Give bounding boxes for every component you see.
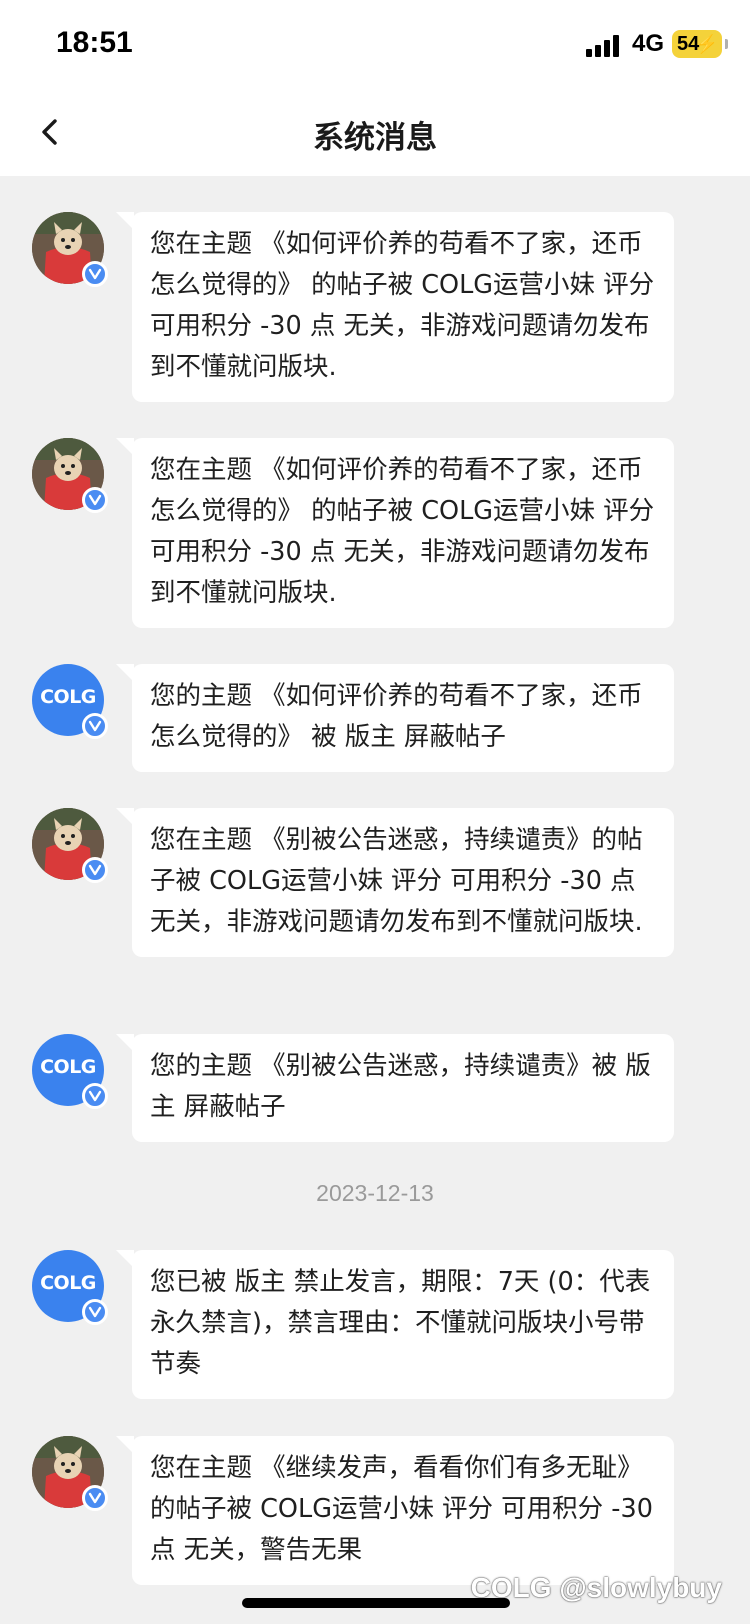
avatar[interactable] (32, 438, 108, 513)
message-bubble: 您在主题 《如何评价养的苟看不了家，还币怎么觉得的》 的帖子被 COLG运营小妹… (116, 438, 674, 628)
verified-badge-icon (82, 713, 108, 739)
avatar[interactable] (32, 1436, 108, 1511)
avatar[interactable]: COLG (32, 1034, 108, 1109)
home-indicator[interactable] (242, 1598, 510, 1608)
signal-icon (586, 35, 622, 57)
verified-badge-icon (82, 1083, 108, 1109)
message-bubble: 您在主题 《如何评价养的苟看不了家，还币怎么觉得的》 的帖子被 COLG运营小妹… (116, 212, 674, 402)
avatar[interactable] (32, 808, 108, 883)
avatar[interactable]: COLG (32, 664, 108, 739)
verified-badge-icon (82, 1485, 108, 1511)
nav-bar: 系统消息 (0, 90, 750, 176)
message-bubble: 您已被 版主 禁止发言，期限：7天 (0：代表永久禁言)，禁言理由：不懂就问版块… (116, 1250, 674, 1399)
date-separator: 2023-12-13 (316, 1180, 434, 1206)
message-bubble: 您在主题 《继续发声，看看你们有多无耻》 的帖子被 COLG运营小妹 评分 可用… (116, 1436, 674, 1585)
message-bubble: 您在主题 《别被公告迷惑，持续谴责》的帖子被 COLG运营小妹 评分 可用积分 … (116, 808, 674, 957)
colg-logo-text: COLG (40, 686, 96, 708)
message-bubble: 您的主题 《如何评价养的苟看不了家，还币怎么觉得的》 被 版主 屏蔽帖子 (116, 664, 674, 772)
avatar[interactable]: COLG (32, 1250, 108, 1325)
avatar[interactable] (32, 212, 108, 287)
verified-badge-icon (82, 857, 108, 883)
network-type: 4G (632, 30, 665, 57)
battery-icon: 54 ⚡ (672, 30, 728, 58)
status-bar: 18:51 4G 54 ⚡ (0, 0, 750, 90)
status-time: 18:51 (56, 26, 133, 59)
message-bubble: 您的主题 《别被公告迷惑，持续谴责》被 版主 屏蔽帖子 (116, 1034, 674, 1142)
colg-logo-text: COLG (40, 1056, 96, 1078)
colg-logo-text: COLG (40, 1272, 96, 1294)
verified-badge-icon (82, 1299, 108, 1325)
charging-icon: ⚡ (695, 34, 718, 54)
page-title: 系统消息 (313, 120, 437, 156)
verified-badge-icon (82, 487, 108, 513)
verified-badge-icon (82, 261, 108, 287)
